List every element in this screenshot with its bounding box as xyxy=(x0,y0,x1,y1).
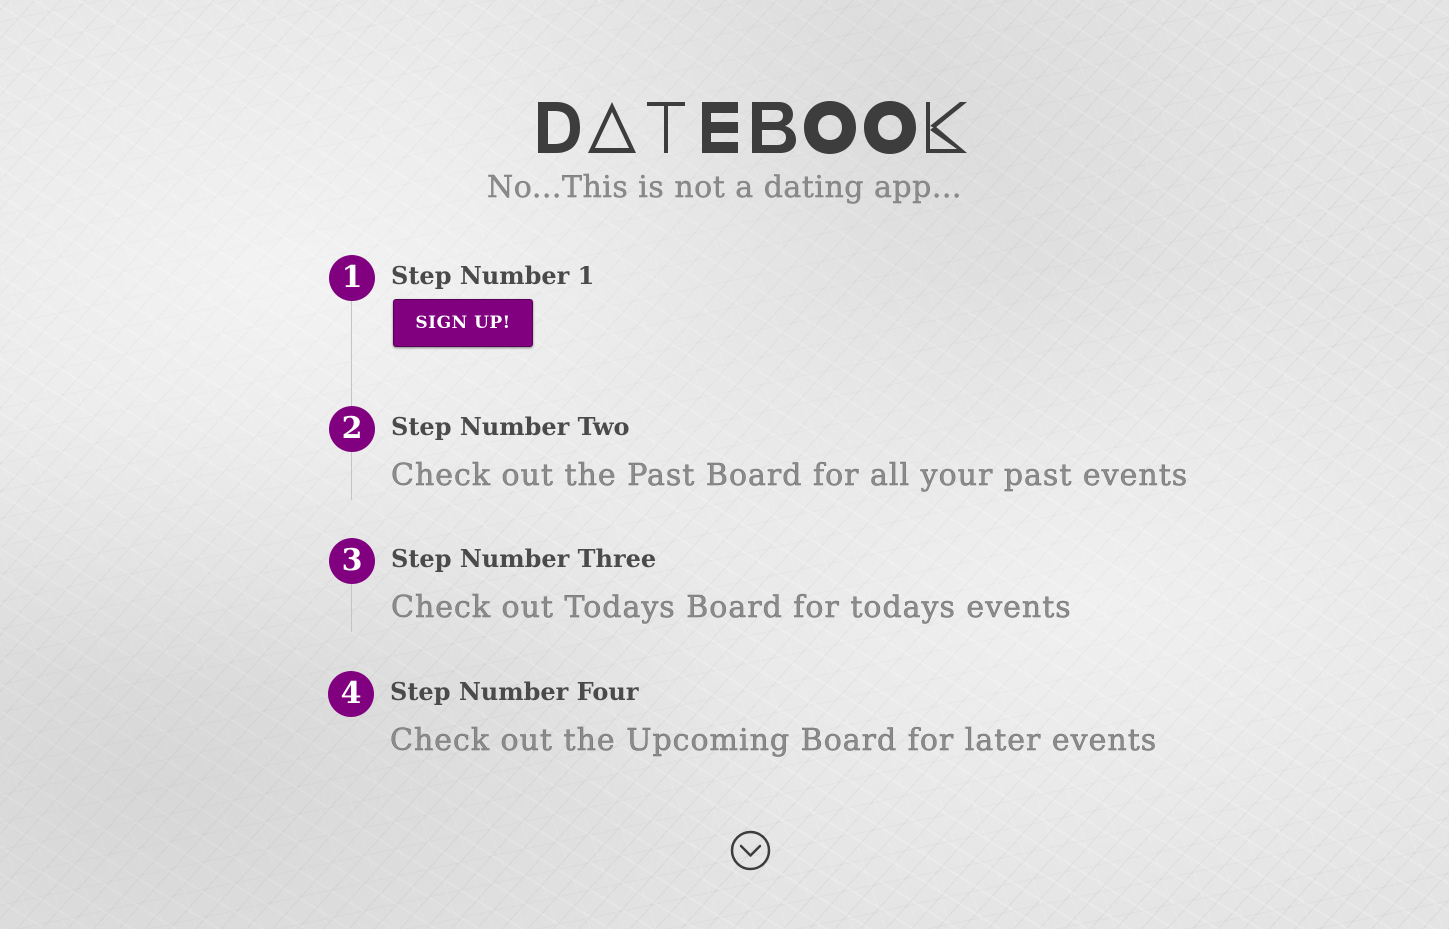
datebook-logo xyxy=(536,100,968,155)
step-description: Check out the Upcoming Board for later e… xyxy=(390,723,1158,759)
step-description: Check out the Past Board for all your pa… xyxy=(391,458,1189,494)
step-connector-line xyxy=(351,452,352,500)
step-number-badge: 2 xyxy=(329,406,375,452)
step-number-badge: 4 xyxy=(328,671,374,717)
step-description: Check out Todays Board for todays events xyxy=(391,590,1072,626)
chevron-down-circle-icon xyxy=(730,830,771,871)
step-number-badge: 3 xyxy=(329,538,375,584)
step-number-badge: 1 xyxy=(329,255,375,301)
step-title: Step Number Two xyxy=(391,412,630,441)
logo-wordmark xyxy=(538,101,967,154)
sign-up-button[interactable]: SIGN UP! xyxy=(393,299,533,347)
step-title: Step Number Three xyxy=(391,544,657,573)
step-title: Step Number Four xyxy=(390,677,639,706)
tagline: No...This is not a dating app... xyxy=(487,170,962,205)
step-connector-line xyxy=(351,301,352,421)
scroll-down-button[interactable] xyxy=(730,830,771,871)
step-connector-line xyxy=(351,584,352,632)
step-title: Step Number 1 xyxy=(391,261,595,290)
